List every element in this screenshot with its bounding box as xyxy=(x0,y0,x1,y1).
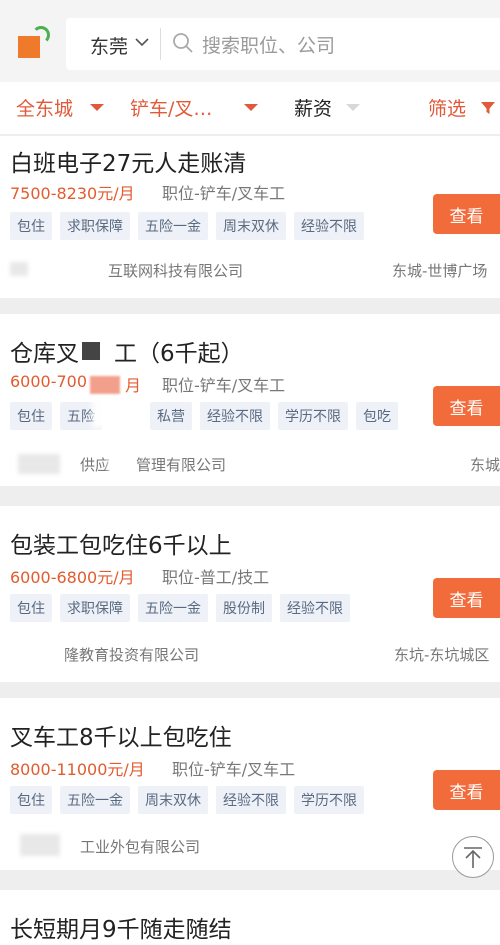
job-tag: 学历不限 xyxy=(278,402,348,430)
job-card[interactable]: 仓库叉 工（6千起） 6000-700 月 职位-铲车/叉车工 包住 五险 私营… xyxy=(0,314,500,486)
job-tag: 包住 xyxy=(10,594,52,622)
filter-salary[interactable]: 薪资 xyxy=(294,94,332,121)
view-button[interactable]: 查看 xyxy=(433,386,500,426)
job-card[interactable]: 长短期月9千随走随结 xyxy=(0,890,500,945)
job-tag: 五险一金 xyxy=(138,594,208,622)
arrow-up-icon xyxy=(464,847,482,868)
job-position: 职位-铲车/叉车工 xyxy=(172,760,296,779)
job-tag: 包住 xyxy=(10,786,52,814)
job-tag: 包吃 xyxy=(356,402,398,430)
job-tag: 周末双休 xyxy=(216,212,286,240)
company-name-tail: 管理有限公司 xyxy=(136,456,227,474)
view-button[interactable]: 查看 xyxy=(433,770,500,810)
job-tag: 五险一金 xyxy=(60,786,130,814)
job-title: 白班电子27元人走账清 xyxy=(10,151,247,177)
caret-down-icon xyxy=(244,104,258,111)
job-title: 叉车工8千以上包吃住 xyxy=(10,725,232,751)
redacted-block xyxy=(108,450,138,474)
app-header: 东莞 搜索职位、公司 xyxy=(0,0,500,82)
job-location: 东城 xyxy=(470,456,500,474)
funnel-icon xyxy=(481,102,495,114)
job-card[interactable]: 叉车工8千以上包吃住 8000-11000元/月 职位-铲车/叉车工 包住 五险… xyxy=(0,698,500,870)
redacted-avatar xyxy=(18,454,60,474)
job-tag: 求职保障 xyxy=(60,212,130,240)
redacted-block xyxy=(82,342,100,360)
job-tags: 包住 求职保障 五险一金 周末双休 经验不限 xyxy=(10,212,364,240)
job-tag: 包住 xyxy=(10,402,52,430)
job-tag: 私营 xyxy=(150,402,192,430)
filter-job-type[interactable]: 铲车/叉… xyxy=(130,94,212,121)
search-input[interactable]: 搜索职位、公司 xyxy=(202,31,335,58)
app-logo xyxy=(18,26,50,60)
job-card[interactable]: 白班电子27元人走账清 7500-8230元/月 职位-铲车/叉车工 包住 求职… xyxy=(0,136,500,298)
search-divider xyxy=(160,28,161,60)
job-tag: 周末双休 xyxy=(138,786,208,814)
job-tag: 求职保障 xyxy=(60,594,130,622)
company-name: 隆教育投资有限公司 xyxy=(64,646,200,664)
job-title-tail: 工（6千起） xyxy=(114,341,244,367)
filter-bar: 全东城 铲车/叉… 薪资 筛选 xyxy=(0,82,500,134)
redacted-avatar xyxy=(20,834,60,856)
job-position: 职位-铲车/叉车工 xyxy=(162,184,286,203)
job-tags: 包住 求职保障 五险一金 股份制 经验不限 xyxy=(10,594,350,622)
job-tag: 经验不限 xyxy=(294,212,364,240)
job-tag: 五险一金 xyxy=(138,212,208,240)
company-name: 供应 xyxy=(80,456,111,474)
job-title: 长短期月9千随走随结 xyxy=(10,917,232,943)
redacted-block xyxy=(90,376,120,394)
job-salary: 8000-11000元/月 xyxy=(10,760,145,779)
search-bar[interactable]: 东莞 搜索职位、公司 xyxy=(66,18,500,70)
job-tag: 经验不限 xyxy=(216,786,286,814)
redacted-avatar xyxy=(10,262,28,276)
job-tag: 经验不限 xyxy=(280,594,350,622)
redacted-block xyxy=(92,398,134,428)
job-position: 职位-铲车/叉车工 xyxy=(162,376,286,395)
job-tag: 包住 xyxy=(10,212,52,240)
job-tag: 经验不限 xyxy=(200,402,270,430)
job-tag: 学历不限 xyxy=(294,786,364,814)
back-to-top-button[interactable] xyxy=(452,836,494,878)
filter-more[interactable]: 筛选 xyxy=(428,94,466,121)
filter-area[interactable]: 全东城 xyxy=(16,94,73,121)
job-tags: 包住 五险 私营 经验不限 学历不限 包吃 xyxy=(10,402,398,430)
job-salary: 6000-700 xyxy=(10,372,88,391)
job-salary-tail: 月 xyxy=(125,376,142,395)
job-tag: 股份制 xyxy=(216,594,272,622)
job-location: 东坑-东坑城区 xyxy=(394,646,490,664)
caret-down-icon xyxy=(90,104,104,111)
view-button[interactable]: 查看 xyxy=(433,194,500,234)
search-icon xyxy=(173,33,193,53)
job-position: 职位-普工/技工 xyxy=(162,568,270,587)
caret-down-icon xyxy=(346,104,360,111)
company-name: 工业外包有限公司 xyxy=(80,838,201,856)
view-button[interactable]: 查看 xyxy=(433,578,500,618)
job-salary: 7500-8230元/月 xyxy=(10,184,135,203)
job-title: 仓库叉 xyxy=(10,341,79,367)
job-tags: 包住 五险一金 周末双休 经验不限 学历不限 xyxy=(10,786,364,814)
job-salary: 6000-6800元/月 xyxy=(10,568,135,587)
job-title: 包装工包吃住6千以上 xyxy=(10,533,232,559)
job-location: 东城-世博广场 xyxy=(392,262,488,280)
city-selector[interactable]: 东莞 xyxy=(90,32,128,59)
job-card[interactable]: 包装工包吃住6千以上 6000-6800元/月 职位-普工/技工 包住 求职保障… xyxy=(0,506,500,682)
chevron-down-icon xyxy=(135,38,149,47)
company-name: 互联网科技有限公司 xyxy=(108,262,244,280)
